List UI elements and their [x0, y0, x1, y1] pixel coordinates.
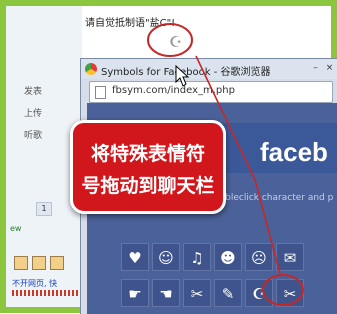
highlight-circle-chat — [147, 23, 193, 57]
callout-line-1: 将特殊表情符 — [90, 143, 205, 165]
callout-box: 将特殊表情符 号拖动到聊天栏 — [70, 120, 226, 214]
mouse-cursor-icon — [175, 64, 190, 87]
callout-line-2: 号拖动到聊天栏 — [81, 175, 215, 197]
highlight-circle-symbol — [262, 274, 304, 306]
